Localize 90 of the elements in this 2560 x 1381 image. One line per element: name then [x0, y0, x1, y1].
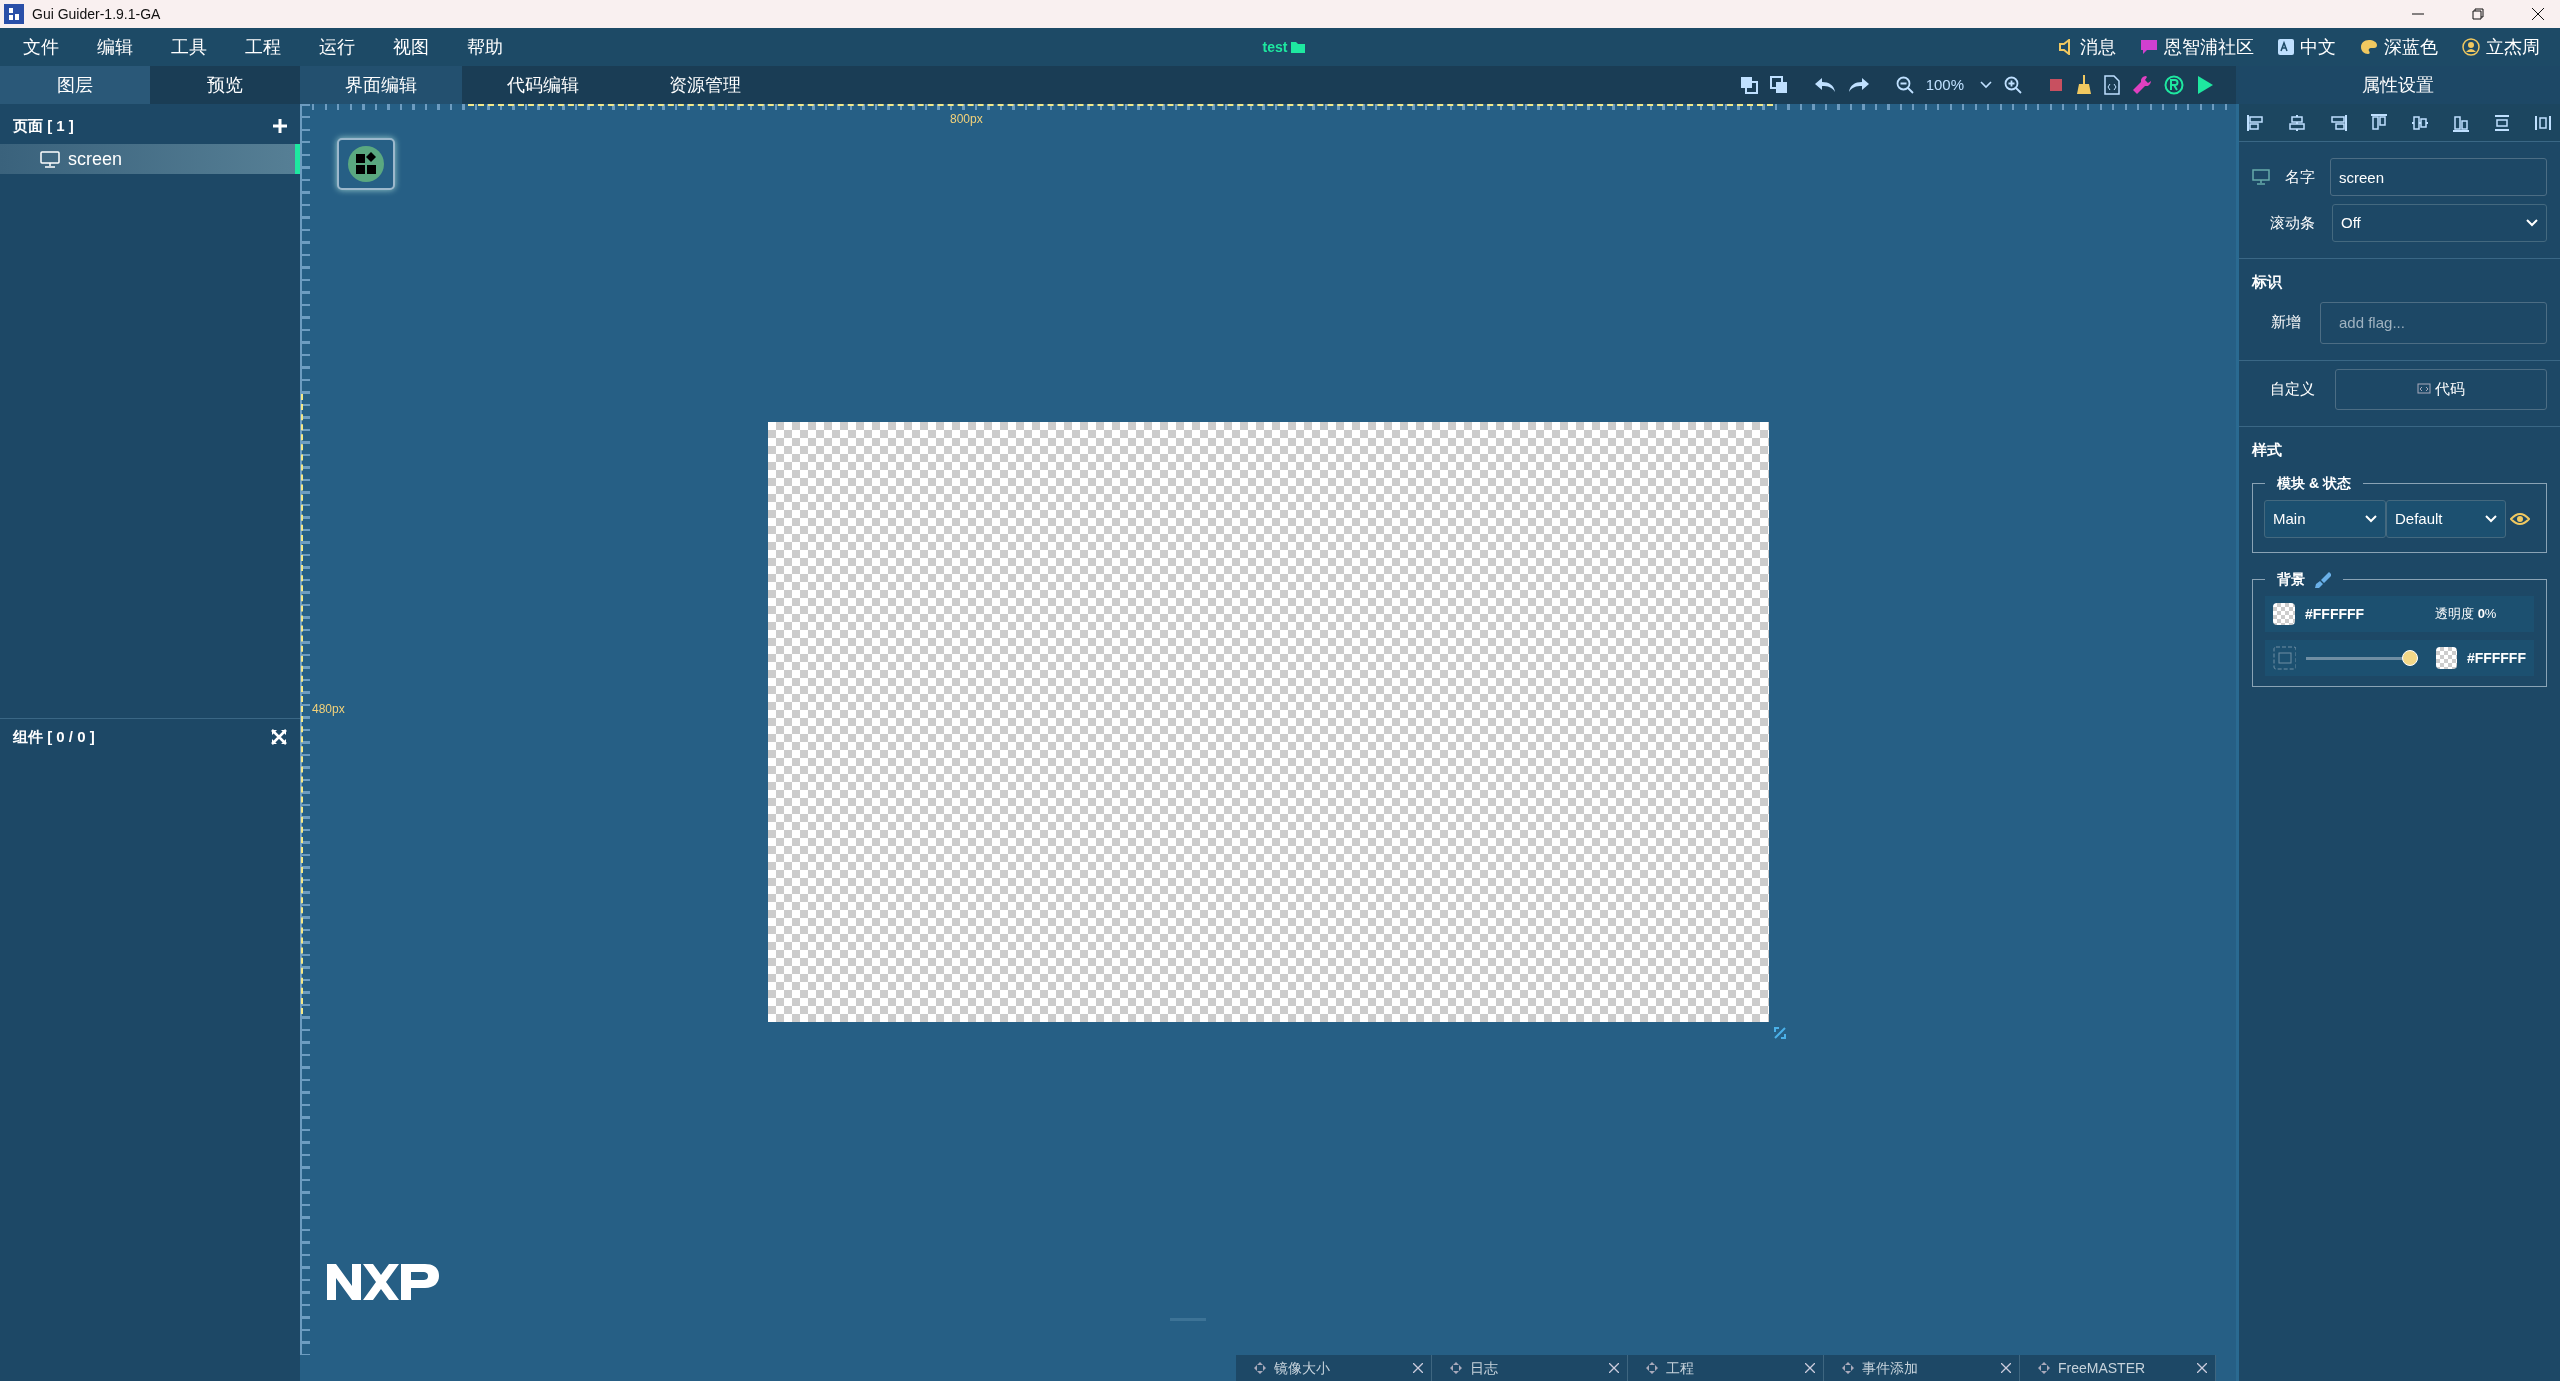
monitor-icon: [2252, 169, 2270, 185]
brush-icon: [2313, 570, 2331, 589]
palette-icon: [2360, 39, 2378, 55]
menu-item[interactable]: 视图: [374, 33, 448, 61]
close-icon[interactable]: [2532, 8, 2544, 20]
group-legend: 背景: [2277, 569, 2305, 590]
align-top-icon[interactable]: [2370, 113, 2388, 132]
field-label: 新增: [2270, 312, 2302, 333]
widget-library-button[interactable]: [337, 138, 395, 190]
resize-icon[interactable]: [1773, 1026, 1787, 1040]
tab[interactable]: 界面编辑: [300, 66, 462, 104]
menu-item[interactable]: 文件: [4, 33, 78, 61]
panel-tab[interactable]: FreeMASTER: [2020, 1355, 2216, 1381]
panel-tab-label: 镜像大小: [1274, 1358, 1330, 1378]
menu-item[interactable]: 运行: [300, 33, 374, 61]
chat-icon: [2140, 39, 2158, 55]
menu-item[interactable]: 编辑: [78, 33, 152, 61]
scrollbar-select[interactable]: Off: [2332, 204, 2547, 242]
caret-icon: [2365, 515, 2377, 523]
eye-icon[interactable]: [2510, 512, 2530, 526]
tab[interactable]: 图层: [0, 66, 150, 104]
align-left-icon[interactable]: [2247, 113, 2265, 132]
slider-thumb[interactable]: [2402, 650, 2419, 666]
field-label: 自定义: [2268, 378, 2316, 399]
header-link[interactable]: 立杰周: [2450, 33, 2552, 61]
window-title: Gui Guider-1.9.1-GA: [32, 4, 161, 24]
panel-tab-label: 事件添加: [1862, 1358, 1918, 1378]
app-icon: [4, 4, 24, 24]
panel-tab[interactable]: 事件添加: [1824, 1355, 2020, 1381]
page-name: screen: [68, 147, 123, 171]
menu-item[interactable]: 工具: [152, 33, 226, 61]
flag-field[interactable]: add flag...: [2320, 301, 2547, 344]
move-icon: [1450, 1362, 1462, 1374]
panel-tab[interactable]: 工程: [1628, 1355, 1824, 1381]
translate-icon: [2278, 39, 2294, 55]
menu-item[interactable]: 帮助: [448, 33, 522, 61]
section-title: 标识: [2250, 272, 2283, 292]
user-icon: [2462, 38, 2480, 56]
name-field[interactable]: screen: [2330, 158, 2547, 196]
color-swatch[interactable]: [2436, 647, 2457, 669]
panel-tab-label: 日志: [1470, 1358, 1498, 1378]
align-center-icon[interactable]: [2288, 113, 2306, 132]
expand-icon[interactable]: [271, 729, 287, 745]
part-select[interactable]: Main: [2264, 500, 2386, 538]
caret-icon: [2526, 219, 2538, 227]
page-item[interactable]: screen: [0, 144, 300, 174]
move-icon: [1254, 1362, 1266, 1374]
field-label: 名字: [2283, 166, 2316, 187]
header-link[interactable]: 中文: [2266, 33, 2348, 61]
panel-title: 属性设置: [2362, 73, 2434, 97]
caret-icon: [2485, 515, 2497, 523]
align-bottom-icon[interactable]: [2452, 113, 2470, 132]
folder-icon: [1291, 41, 1306, 53]
tab[interactable]: 资源管理: [624, 66, 786, 104]
panel-tab-label: 工程: [1666, 1358, 1694, 1378]
move-icon: [2038, 1362, 2050, 1374]
panel-tab-label: FreeMASTER: [2058, 1358, 2146, 1378]
monitor-icon: [40, 150, 60, 168]
menu-item[interactable]: 工程: [226, 33, 300, 61]
group-legend: 模块 & 状态: [2265, 473, 2363, 494]
code-button[interactable]: 代码: [2335, 368, 2547, 410]
color-value: #FFFFFF: [2466, 648, 2526, 668]
zoom-select[interactable]: 100%: [1919, 66, 1998, 104]
pages-header: 页面 [ 1 ]: [13, 115, 74, 136]
header-link[interactable]: 恩智浦社区: [2128, 33, 2266, 61]
header-link[interactable]: 消息: [2046, 33, 2128, 61]
color-swatch[interactable]: [2273, 603, 2295, 625]
project-name[interactable]: test: [1262, 36, 1306, 58]
distribute-vertical-icon[interactable]: [2493, 113, 2511, 132]
width-label: 800px: [950, 111, 983, 128]
add-icon[interactable]: [273, 119, 287, 133]
move-icon: [1842, 1362, 1854, 1374]
code-icon: [2417, 383, 2431, 395]
restore-icon[interactable]: [2472, 8, 2484, 20]
align-right-icon[interactable]: [2329, 113, 2347, 132]
opacity-text: 透明度 0%: [2435, 605, 2497, 624]
section-title: 样式: [2250, 439, 2283, 460]
panel-tab[interactable]: 日志: [1432, 1355, 1628, 1381]
state-select[interactable]: Default: [2386, 500, 2506, 538]
color-value: #FFFFFF: [2305, 604, 2366, 624]
height-label: 480px: [312, 701, 345, 718]
align-middle-icon[interactable]: [2411, 113, 2429, 132]
distribute-horizontal-icon[interactable]: [2534, 113, 2552, 132]
widgets-header: 组件 [ 0 / 0 ]: [13, 726, 95, 747]
move-icon: [1646, 1362, 1658, 1374]
header-link[interactable]: 深蓝色: [2348, 33, 2450, 61]
field-label: 滚动条: [2268, 212, 2316, 233]
panel-tab[interactable]: 镜像大小: [1236, 1355, 1432, 1381]
caret-icon: [1980, 81, 1992, 89]
tab[interactable]: 代码编辑: [462, 66, 624, 104]
